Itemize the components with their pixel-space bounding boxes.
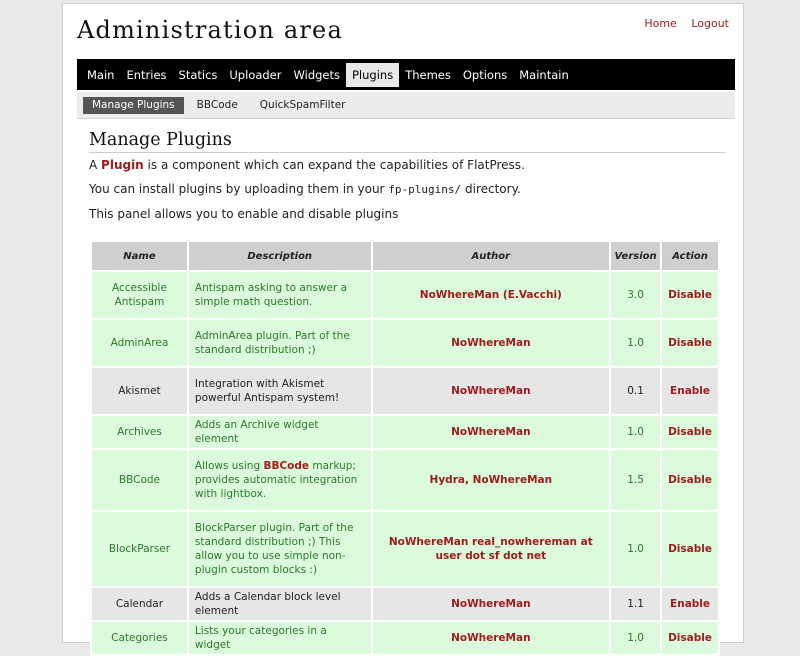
table-row: Categories Lists your categories in a wid… (90, 620, 720, 656)
nav-uploader[interactable]: Uploader (223, 63, 287, 87)
nav-entries[interactable]: Entries (120, 63, 172, 87)
plugin-version: 1.0 (609, 414, 663, 450)
enable-button[interactable]: Enable (660, 366, 720, 416)
page-heading: Manage Plugins (89, 130, 725, 153)
top-links: Home Logout (633, 17, 729, 30)
plugin-version: 0.1 (609, 366, 663, 416)
table-row: BlockParser BlockParser plugin. Part of t… (90, 510, 720, 588)
table-row: BBCode Allows using BBCode markup; provid… (90, 448, 720, 512)
plugin-author-link[interactable]: NoWhereMan (370, 318, 612, 368)
subnav-manage-plugins[interactable]: Manage Plugins (83, 96, 184, 114)
page-container: Administration area Home Logout Main Entr… (62, 3, 744, 656)
plugin-name: AdminArea (90, 318, 189, 368)
plugin-name: Akismet (90, 366, 189, 416)
nav-themes[interactable]: Themes (399, 63, 457, 87)
plugins-table: Name Description Author Version Action A… (90, 240, 720, 656)
header-action: Action (660, 240, 720, 272)
table-row: Accessible Antispam Antispam asking to an… (90, 270, 720, 320)
table-row: Akismet Integration with Akismet powerful… (90, 366, 720, 416)
plugin-name: Calendar (90, 586, 189, 622)
header-author: Author (370, 240, 612, 272)
main-content: Manage Plugins A Plugin is a component w… (89, 130, 725, 226)
subnav-quickspamfilter[interactable]: QuickSpamFilter (251, 97, 355, 114)
subnav-bbcode[interactable]: BBCode (188, 97, 247, 114)
table-row: AdminArea AdminArea plugin. Part of the s… (90, 318, 720, 368)
plugin-name: Accessible Antispam (90, 270, 189, 320)
install-text-before: You can install plugins by uploading the… (89, 182, 389, 196)
header-version: Version (609, 240, 663, 272)
plugin-author-link[interactable]: NoWhereMan (370, 366, 612, 416)
table-row: Calendar Adds a Calendar block level elem… (90, 586, 720, 622)
plugin-author-link[interactable]: NoWhereMan (370, 586, 612, 622)
plugin-name: BBCode (90, 448, 189, 512)
plugin-version: 1.1 (609, 586, 663, 622)
plugin-version: 1.0 (609, 510, 663, 588)
disable-button[interactable]: Disable (660, 448, 720, 512)
intro-paragraph: A Plugin is a component which can expand… (89, 153, 725, 177)
sub-navigation: Manage Plugins BBCode QuickSpamFilter (77, 92, 735, 119)
main-navigation: Main Entries Statics Uploader Widgets Plugins… (77, 59, 735, 90)
disable-button[interactable]: Disable (660, 510, 720, 588)
table-header-row: Name Description Author Version Action (90, 240, 720, 272)
header-description: Description (186, 240, 373, 272)
install-text-after: directory. (461, 182, 521, 196)
plugin-description: Allows using BBCode markup; provides aut… (186, 448, 373, 512)
description-text: Allows using (194, 460, 264, 472)
plugin-name: BlockParser (90, 510, 189, 588)
disable-button[interactable]: Disable (660, 270, 720, 320)
plugin-description: Integration with Akismet powerful Antisp… (186, 366, 373, 416)
plugin-description: BlockParser plugin. Part of the standard… (186, 510, 373, 588)
plugin-author-link[interactable]: Hydra, NoWhereMan (370, 448, 612, 512)
panel-paragraph: This panel allows you to enable and disa… (89, 207, 399, 221)
disable-button[interactable]: Disable (660, 318, 720, 368)
plugin-description: Adds an Archive widget element (186, 414, 373, 450)
disable-button[interactable]: Disable (660, 620, 720, 656)
plugin-description: Antispam asking to answer a simple math … (186, 270, 373, 320)
nav-main[interactable]: Main (81, 63, 120, 87)
plugin-author-link[interactable]: NoWhereMan (370, 620, 612, 656)
plugin-author-link[interactable]: NoWhereMan (370, 414, 612, 450)
plugin-description: AdminArea plugin. Part of the standard d… (186, 318, 373, 368)
nav-widgets[interactable]: Widgets (288, 63, 347, 87)
plugin-version: 1.5 (609, 448, 663, 512)
plugin-rows: Accessible Antispam Antispam asking to an… (90, 270, 720, 656)
home-link[interactable]: Home (644, 17, 676, 30)
disable-button[interactable]: Disable (660, 414, 720, 450)
plugin-author-link[interactable]: NoWhereMan (E.Vacchi) (370, 270, 612, 320)
install-paragraph: You can install plugins by uploading the… (89, 177, 725, 202)
table-row: Archives Adds an Archive widget element No… (90, 414, 720, 450)
nav-maintain[interactable]: Maintain (513, 63, 575, 87)
nav-options[interactable]: Options (457, 63, 513, 87)
enable-button[interactable]: Enable (660, 586, 720, 622)
plugin-version: 3.0 (609, 270, 663, 320)
plugin-link[interactable]: Plugin (101, 158, 144, 172)
plugin-version: 1.0 (609, 620, 663, 656)
intro-text-after: is a component which can expand the capa… (143, 158, 525, 172)
site-title: Administration area (77, 16, 343, 44)
nav-plugins[interactable]: Plugins (346, 62, 400, 87)
logout-link[interactable]: Logout (691, 17, 729, 30)
plugin-description: Lists your categories in a widget (186, 620, 373, 656)
plugin-name: Categories (90, 620, 189, 656)
plugin-author-link[interactable]: NoWhereMan real_nowhereman at user dot s… (370, 510, 612, 588)
bbcode-link[interactable]: BBCode (263, 460, 309, 472)
plugins-directory: fp-plugins/ (388, 183, 462, 196)
header-name: Name (90, 240, 189, 272)
plugin-version: 1.0 (609, 318, 663, 368)
intro-text-before: A (89, 158, 102, 172)
plugin-description: Adds a Calendar block level element (186, 586, 373, 622)
plugin-name: Archives (90, 414, 189, 450)
nav-statics[interactable]: Statics (173, 63, 224, 87)
